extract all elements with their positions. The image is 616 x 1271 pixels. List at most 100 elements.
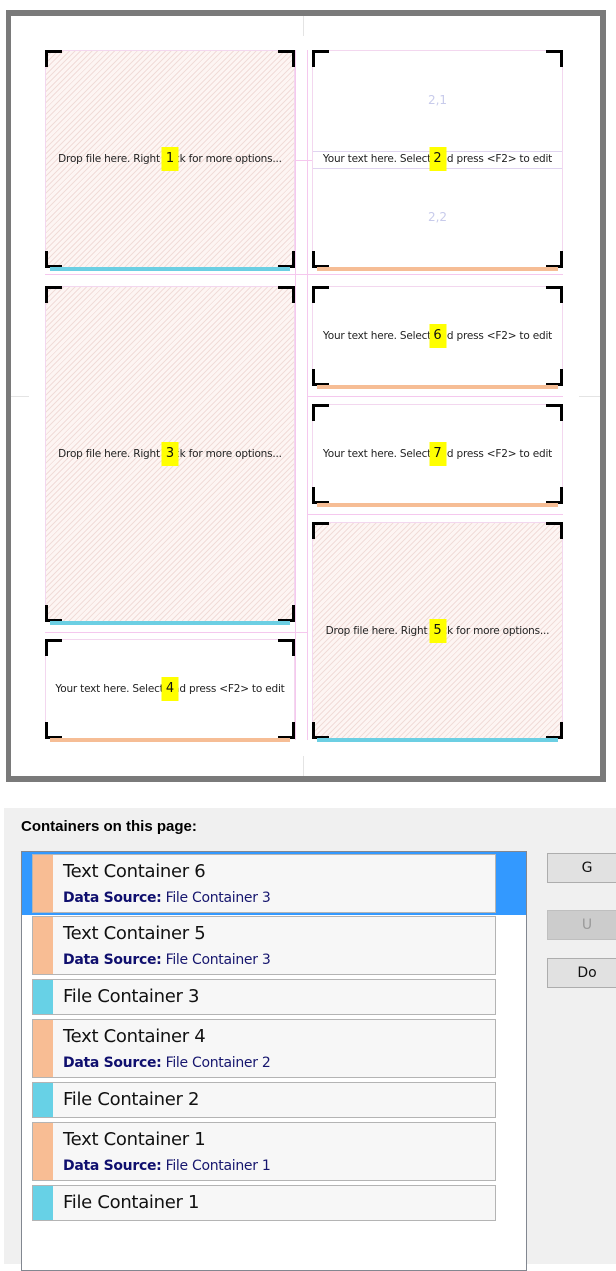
corner-handle[interactable] bbox=[312, 722, 329, 739]
corner-handle[interactable] bbox=[546, 50, 563, 67]
item-title: Text Container 1 bbox=[63, 1129, 206, 1150]
guide-line bbox=[45, 632, 307, 633]
item-card[interactable]: File Container 2 bbox=[32, 1082, 496, 1118]
text-container-2[interactable]: 2,1 2,2 Your text here. Select and press… bbox=[312, 50, 563, 271]
list-item-file-container-1[interactable]: File Container 1 bbox=[22, 1185, 526, 1222]
data-source-value: File Container 3 bbox=[165, 890, 271, 906]
list-item-text-container-5[interactable]: Text Container 5 Data Source: File Conta… bbox=[22, 916, 526, 976]
item-title: Text Container 6 bbox=[63, 861, 206, 882]
item-data-source: Data Source: File Container 1 bbox=[63, 1158, 271, 1174]
text-container-swatch bbox=[33, 1020, 53, 1077]
center-mark-left bbox=[11, 396, 29, 397]
corner-handle[interactable] bbox=[278, 50, 295, 67]
item-title: Text Container 4 bbox=[63, 1026, 206, 1047]
corner-handle[interactable] bbox=[45, 251, 62, 268]
file-container-5[interactable]: Drop file here. Right click for more opt… bbox=[312, 522, 563, 742]
corner-handle[interactable] bbox=[45, 50, 62, 67]
item-card[interactable]: Text Container 4 Data Source: File Conta… bbox=[32, 1019, 496, 1078]
item-data-source: Data Source: File Container 3 bbox=[63, 890, 271, 906]
page-preview: Drop file here. Right click for more opt… bbox=[0, 0, 616, 790]
item-data-source: Data Source: File Container 2 bbox=[63, 1055, 271, 1071]
list-item-file-container-3[interactable]: File Container 3 bbox=[22, 979, 526, 1016]
text-container-swatch bbox=[33, 855, 53, 912]
list-item-text-container-1[interactable]: Text Container 1 Data Source: File Conta… bbox=[22, 1122, 526, 1182]
page-canvas: Drop file here. Right click for more opt… bbox=[11, 16, 600, 776]
guide-line bbox=[45, 274, 563, 275]
item-title: File Container 3 bbox=[63, 986, 200, 1007]
item-card[interactable]: Text Container 5 Data Source: File Conta… bbox=[32, 916, 496, 975]
corner-handle[interactable] bbox=[278, 286, 295, 303]
corner-handle[interactable] bbox=[546, 404, 563, 421]
corner-handle[interactable] bbox=[45, 639, 62, 656]
container-number-badge: 5 bbox=[429, 618, 446, 643]
text-container-7[interactable]: Your text here. Select and press <F2> to… bbox=[312, 404, 563, 507]
container-bottom-bar bbox=[317, 738, 558, 742]
text-container-swatch bbox=[33, 1123, 53, 1180]
do-button[interactable]: Do bbox=[547, 958, 616, 988]
container-bottom-bar bbox=[50, 621, 290, 625]
corner-handle[interactable] bbox=[312, 404, 329, 421]
container-bottom-bar bbox=[317, 385, 558, 389]
corner-handle[interactable] bbox=[546, 251, 563, 268]
corner-handle[interactable] bbox=[45, 722, 62, 739]
corner-handle[interactable] bbox=[278, 639, 295, 656]
file-container-1[interactable]: Drop file here. Right click for more opt… bbox=[45, 50, 295, 271]
data-source-label: Data Source: bbox=[63, 1055, 162, 1071]
containers-panel: Containers on this page: Text Container … bbox=[4, 808, 616, 1271]
item-title: File Container 1 bbox=[63, 1192, 200, 1213]
item-data-source: Data Source: File Container 3 bbox=[63, 952, 271, 968]
container-bottom-bar bbox=[317, 503, 558, 507]
corner-handle[interactable] bbox=[312, 487, 329, 504]
text-container-6[interactable]: Your text here. Select and press <F2> to… bbox=[312, 286, 563, 389]
data-source-label: Data Source: bbox=[63, 952, 162, 968]
container-bottom-bar bbox=[50, 267, 290, 271]
item-title: Text Container 5 bbox=[63, 923, 206, 944]
data-source-label: Data Source: bbox=[63, 890, 162, 906]
go-button[interactable]: G bbox=[547, 853, 616, 883]
corner-handle[interactable] bbox=[45, 286, 62, 303]
file-container-swatch bbox=[33, 1083, 53, 1117]
corner-handle[interactable] bbox=[312, 522, 329, 539]
container-number-badge: 2 bbox=[429, 147, 446, 171]
container-number-badge: 6 bbox=[429, 324, 446, 348]
corner-handle[interactable] bbox=[312, 286, 329, 303]
unlink-button: U bbox=[547, 910, 616, 940]
corner-handle[interactable] bbox=[278, 605, 295, 622]
corner-handle[interactable] bbox=[312, 251, 329, 268]
list-item-text-container-6[interactable]: Text Container 6 Data Source: File Conta… bbox=[22, 852, 526, 915]
guide-line bbox=[307, 514, 563, 515]
text-container-4[interactable]: Your text here. Select and press <F2> to… bbox=[45, 639, 295, 742]
cell-label: 2,1 bbox=[427, 93, 448, 107]
container-bottom-bar bbox=[317, 267, 558, 271]
item-card[interactable]: Text Container 6 Data Source: File Conta… bbox=[32, 854, 496, 913]
center-mark-right bbox=[579, 396, 600, 397]
guide-line bbox=[295, 50, 296, 740]
corner-handle[interactable] bbox=[546, 286, 563, 303]
item-card[interactable]: File Container 3 bbox=[32, 979, 496, 1015]
center-mark-top bbox=[303, 16, 304, 36]
list-item-file-container-2[interactable]: File Container 2 bbox=[22, 1082, 526, 1119]
item-card[interactable]: File Container 1 bbox=[32, 1185, 496, 1221]
containers-list[interactable]: Text Container 6 Data Source: File Conta… bbox=[21, 851, 527, 1271]
list-item-text-container-4[interactable]: Text Container 4 Data Source: File Conta… bbox=[22, 1019, 526, 1079]
data-source-label: Data Source: bbox=[63, 1158, 162, 1174]
corner-handle[interactable] bbox=[278, 722, 295, 739]
file-container-swatch bbox=[33, 980, 53, 1014]
corner-handle[interactable] bbox=[546, 369, 563, 386]
file-container-swatch bbox=[33, 1186, 53, 1220]
corner-handle[interactable] bbox=[312, 50, 329, 67]
corner-handle[interactable] bbox=[546, 487, 563, 504]
data-source-value: File Container 2 bbox=[165, 1055, 271, 1071]
file-container-3[interactable]: Drop file here. Right click for more opt… bbox=[45, 286, 295, 625]
corner-handle[interactable] bbox=[546, 722, 563, 739]
corner-handle[interactable] bbox=[278, 251, 295, 268]
item-card[interactable]: Text Container 1 Data Source: File Conta… bbox=[32, 1122, 496, 1181]
panel-title: Containers on this page: bbox=[21, 818, 197, 835]
cell-label: 2,2 bbox=[427, 210, 448, 224]
corner-handle[interactable] bbox=[312, 369, 329, 386]
container-number-badge: 4 bbox=[161, 677, 179, 701]
data-source-value: File Container 1 bbox=[165, 1158, 271, 1174]
corner-handle[interactable] bbox=[45, 605, 62, 622]
data-source-value: File Container 3 bbox=[165, 952, 271, 968]
corner-handle[interactable] bbox=[546, 522, 563, 539]
